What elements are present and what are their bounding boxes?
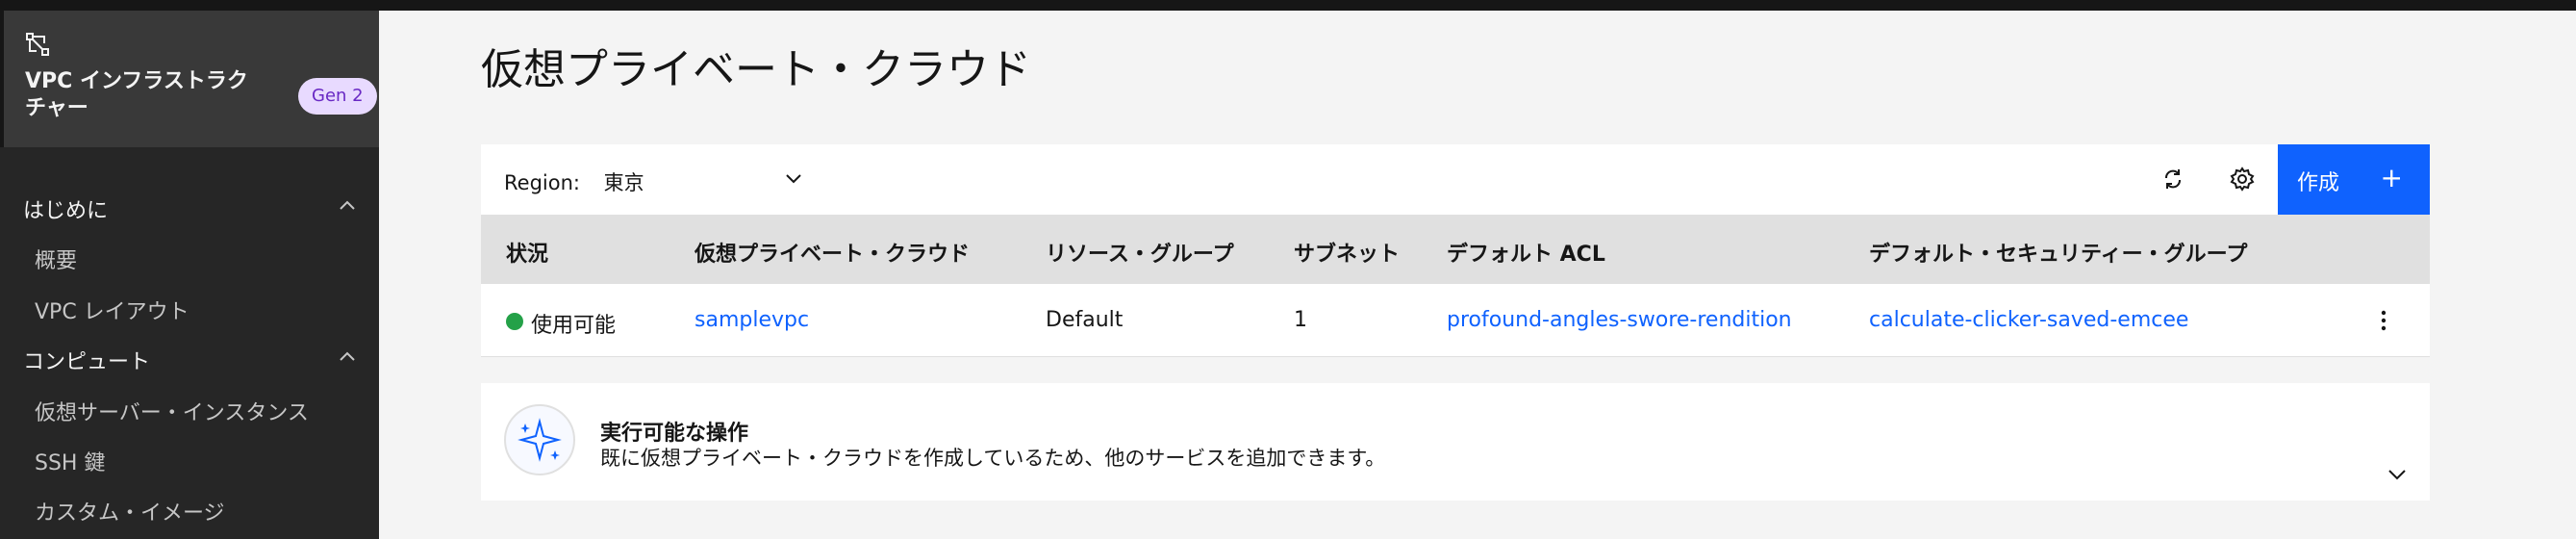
status-available-icon [506,313,523,330]
available-actions-panel: 実行可能な操作 既に仮想プライベート・クラウドを作成しているため、他のサービスを… [481,383,2430,500]
settings-icon[interactable] [2225,162,2260,196]
sidebar-section-getting-started[interactable]: はじめに [0,182,379,230]
sidebar-item-label: カスタム・イメージ [35,501,225,526]
sidebar-section-label: コンピュート [23,350,151,374]
default-security-group-link[interactable]: calculate-clicker-saved-emcee [1869,308,2188,332]
sidebar-header: VPC インフラストラクチャー Gen 2 [0,11,379,147]
table-row: 使用可能 samplevpc Default 1 profound-angles… [481,284,2430,357]
column-header-subnets[interactable]: サブネット [1294,237,1400,268]
sparkle-icon [504,404,575,475]
vpc-name-link[interactable]: samplevpc [695,308,809,332]
table-header: 状況 仮想プライベート・クラウド リソース・グループ サブネット デフォルト A… [481,215,2430,284]
page-title: 仮想プライベート・クラウド [481,45,1031,94]
default-acl-link[interactable]: profound-angles-swore-rendition [1447,308,1792,332]
vpc-logo-icon [26,33,49,56]
resource-group-value: Default [1046,308,1124,332]
column-header-resource-group[interactable]: リソース・グループ [1046,237,1234,268]
create-button-label: 作成 [2297,171,2340,195]
table-toolbar: Region: 東京 作成 + [481,144,2430,215]
sidebar-item-label: 仮想サーバー・インスタンス [35,401,309,425]
region-value: 東京 [603,171,644,194]
sidebar-item-label: 概要 [35,249,78,273]
sidebar-item-label: VPC レイアウト [35,300,189,324]
chevron-down-icon[interactable] [2387,468,2407,481]
top-border [0,0,2576,11]
sidebar-section-compute[interactable]: コンピュート [0,333,379,381]
column-header-default-acl[interactable]: デフォルト ACL [1447,237,1605,268]
sidebar-item-virtual-server-instances[interactable]: 仮想サーバー・インスタンス [0,384,379,432]
region-selector[interactable]: Region: 東京 [504,167,644,196]
refresh-icon[interactable] [2156,162,2190,196]
overflow-menu-icon[interactable] [2380,307,2387,334]
sidebar-section-label: はじめに [23,199,109,223]
create-button[interactable]: 作成 + [2278,144,2430,215]
status-text: 使用可能 [531,314,617,338]
column-header-default-security-group[interactable]: デフォルト・セキュリティー・グループ [1869,237,2247,268]
actions-description: 既に仮想プライベート・クラウドを作成しているため、他のサービスを追加できます。 [600,447,1386,470]
chevron-up-icon [340,200,355,210]
column-header-status[interactable]: 状況 [506,237,548,268]
chevron-up-icon [340,351,355,361]
add-icon: + [2380,162,2403,193]
sidebar-item-label: SSH 鍵 [35,451,106,475]
subnets-count: 1 [1294,308,1307,332]
gen-badge: Gen 2 [298,78,377,115]
sidebar-item-vpc-layout[interactable]: VPC レイアウト [0,283,379,331]
sidebar: VPC インフラストラクチャー Gen 2 はじめに 概要 VPC レイアウト … [0,11,379,539]
sidebar-item-custom-images[interactable]: カスタム・イメージ [0,484,379,532]
chevron-down-icon[interactable] [785,173,802,185]
column-header-vpc[interactable]: 仮想プライベート・クラウド [695,237,970,268]
region-label: Region: [504,171,580,194]
sidebar-item-ssh-keys[interactable]: SSH 鍵 [0,434,379,482]
sidebar-item-overview[interactable]: 概要 [0,232,379,280]
sidebar-title: VPC インフラストラクチャー [25,69,248,120]
